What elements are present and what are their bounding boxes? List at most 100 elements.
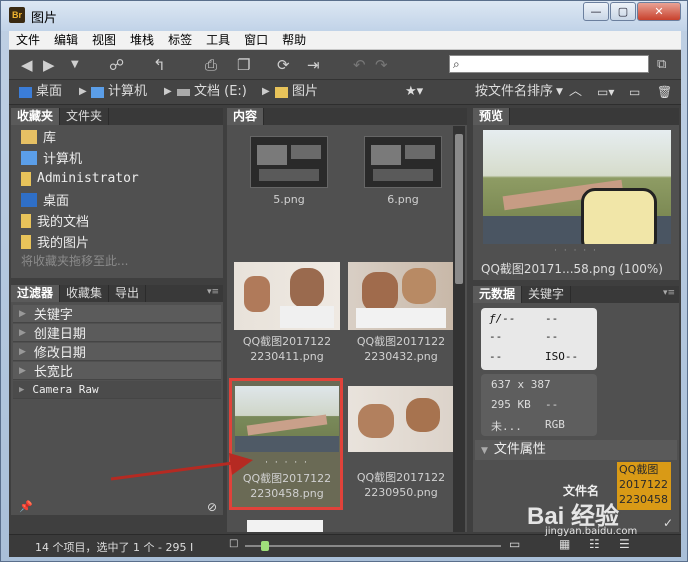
favorite-computer[interactable]: 计算机 [11,147,223,168]
thumbnail-item[interactable]: QQ截图2017122 2230950.png [345,386,457,500]
thumbnail-label-line2: 2230950.png [364,486,438,499]
panel-menu-icon[interactable]: ▾≡ [207,287,219,297]
menu-label[interactable]: 标签 [161,31,199,49]
slider-handle[interactable] [261,541,269,551]
favorite-desktop[interactable]: 桌面 [11,189,223,210]
filter-keywords[interactable]: ▶ 关键字 [13,305,221,323]
annotation-arrow [110,453,253,481]
color-profile: 未... [491,420,522,433]
favorite-label: 计算机 [43,152,83,167]
camera-download-icon[interactable]: ☍ [109,55,124,75]
chevron-right-icon[interactable]: ▶ [262,84,270,100]
thumbnail-item[interactable]: 6.png [347,136,459,207]
forward-arrow-icon[interactable]: ▶ [43,55,55,75]
maximize-button[interactable]: ▢ [610,2,636,21]
recent-dropdown-icon[interactable]: ▼ [71,55,79,75]
pictures-icon [21,234,31,249]
filter-aspect-ratio[interactable]: ▶ 长宽比 [13,362,221,380]
tab-preview[interactable]: 预览 [473,108,511,125]
filter-camera-raw[interactable]: ▶ Camera Raw [13,381,221,399]
menu-view[interactable]: 视图 [85,31,123,49]
clear-filter-icon[interactable]: ⊘ [207,500,217,514]
breadcrumb-desktop[interactable]: 桌面 [19,84,62,100]
thumbnail-large-icon[interactable]: ▭ [509,537,520,551]
menu-bar: 文件 编辑 视图 堆栈 标签 工具 窗口 帮助 [9,31,681,50]
menu-file[interactable]: 文件 [9,31,47,49]
expand-triangle-icon: ▶ [19,327,26,338]
thumbnail-item[interactable]: 5.png [233,136,345,207]
menu-window[interactable]: 窗口 [237,31,275,49]
scrollbar-thumb[interactable] [455,134,463,284]
tab-filter[interactable]: 过滤器 [11,285,61,302]
back-arrow-icon[interactable]: ◀ [21,55,33,75]
filename-value[interactable]: QQ截图 2017122 2230458 [617,462,671,510]
trash-icon[interactable]: 🗑 [657,84,672,100]
refine-icon[interactable]: ↰ [153,55,166,75]
copy-icon[interactable]: ❐ [237,55,250,75]
loupe-icon[interactable] [581,188,657,244]
star-icon[interactable]: ★▾ [405,84,423,100]
open-recent-folder-icon[interactable]: ▭▾ [597,84,614,100]
breadcrumb-pictures[interactable]: 图片 [275,84,318,100]
get-photos-icon[interactable]: ⎙ [205,55,217,75]
filter-label: 创建日期 [33,327,86,342]
chevron-right-icon[interactable]: ▶ [164,84,172,100]
grid-view-icon[interactable]: ▦ [559,537,570,551]
filter-date-modified[interactable]: ▶ 修改日期 [13,343,221,361]
filter-date-created[interactable]: ▶ 创建日期 [13,324,221,342]
thumbnail-size-slider[interactable] [245,541,501,551]
breadcrumb-computer[interactable]: 计算机 [91,84,147,100]
redo-icon[interactable]: ↷ [375,55,388,75]
compact-mode-icon[interactable]: ⧉ [657,55,666,75]
new-folder-icon[interactable]: ▭ [629,84,640,100]
status-text: 14 个项目，选中了 1 个 - 295 I [35,541,194,554]
window-title: 图片 [31,11,58,26]
preview-image[interactable] [483,130,671,244]
output-icon[interactable]: ⇥ [307,55,320,75]
tab-folders[interactable]: 文件夹 [60,108,110,125]
status-bar: 14 个项目，选中了 1 个 - 295 I □ ▭ ▦ ☷ ☰ [9,534,681,557]
breadcrumb-drive[interactable]: 文档 (E:) [177,84,247,100]
search-box[interactable]: ⌕ [449,55,649,73]
tab-favorites[interactable]: 收藏夹 [11,108,61,125]
breadcrumb-label: 计算机 [108,84,148,99]
details-view-icon[interactable]: ☷ [589,537,600,551]
tab-keywords[interactable]: 关键字 [522,286,572,303]
menu-help[interactable]: 帮助 [275,31,313,49]
apply-check-icon[interactable]: ✓ [663,516,673,530]
filter-label: 长宽比 [33,365,73,380]
menu-edit[interactable]: 编辑 [47,31,85,49]
computer-icon [21,150,37,165]
thumbnail-label-line2: 2230432.png [364,350,438,363]
menu-tools[interactable]: 工具 [199,31,237,49]
favorite-administrator[interactable]: Administrator [11,168,223,189]
close-button[interactable]: ✕ [637,2,681,21]
content-scrollbar[interactable] [453,126,465,532]
favorite-my-pictures[interactable]: 我的图片 [11,231,223,252]
file-properties-section[interactable]: ▼ 文件属性 [475,440,677,460]
tab-export[interactable]: 导出 [109,285,147,302]
sort-ascending-icon[interactable]: ︿ [569,84,582,100]
panel-menu-icon[interactable]: ▾≡ [663,288,675,298]
thumbnail-item[interactable]: QQ截图2017122 2230411.png [231,262,343,364]
favorite-library[interactable]: 库 [11,126,223,147]
menu-stack[interactable]: 堆栈 [123,31,161,49]
thumbnail-image-partial[interactable] [247,520,323,532]
rotate-icon[interactable]: ⟳ [277,55,290,75]
tab-content[interactable]: 内容 [227,108,265,125]
list-view-icon[interactable]: ☰ [619,537,630,551]
sort-dropdown[interactable]: 按文件名排序 ▼ ︿ [475,84,582,100]
tab-metadata[interactable]: 元数据 [473,286,523,303]
toolbar: ◀ ▶ ▼ ☍ ↰ ⎙ ❐ ⟳ ⇥ ↶ ↷ ⌕ ⧉ [9,50,681,80]
color-mode: RGB [545,418,565,431]
thumbnail-label: 5.png [273,193,305,206]
undo-icon[interactable]: ↶ [353,55,366,75]
thumbnail-item[interactable]: QQ截图2017122 2230432.png [345,262,457,364]
search-input[interactable] [470,56,645,72]
minimize-button[interactable]: — [583,2,609,21]
pin-icon[interactable]: 📌 [19,500,33,513]
thumbnail-small-icon[interactable]: □ [229,538,238,549]
favorite-my-documents[interactable]: 我的文档 [11,210,223,231]
tab-collections[interactable]: 收藏集 [60,285,110,302]
chevron-right-icon[interactable]: ▶ [79,84,87,100]
